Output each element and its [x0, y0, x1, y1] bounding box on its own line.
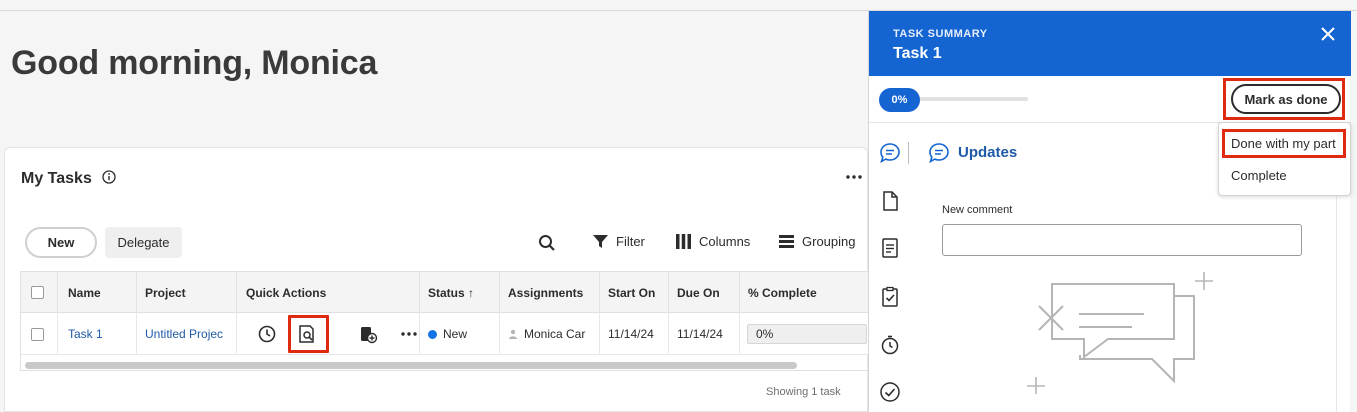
column-header-due-on[interactable]: Due On — [669, 272, 740, 313]
progress-track — [918, 97, 1028, 101]
grouping-button[interactable]: Grouping — [778, 233, 855, 250]
task-name-link[interactable]: Task 1 — [58, 313, 137, 355]
select-all-checkbox[interactable] — [31, 286, 44, 299]
comments-icon[interactable] — [879, 142, 901, 164]
mark-done-menu: Done with my part Complete — [1218, 122, 1351, 196]
tab-separator — [908, 142, 909, 164]
info-icon[interactable] — [102, 170, 116, 184]
new-comment-input[interactable] — [942, 224, 1302, 256]
more-actions-icon[interactable] — [399, 324, 419, 344]
start-on-cell: 11/14/24 — [600, 313, 669, 355]
filter-label: Filter — [616, 234, 645, 249]
assignee-name: Monica Car — [524, 327, 586, 341]
due-on-cell: 11/14/24 — [669, 313, 740, 355]
updates-icon — [929, 143, 949, 164]
approval-icon[interactable] — [879, 381, 901, 403]
menu-item-done-with-my-part[interactable]: Done with my part — [1231, 136, 1336, 151]
percent-complete-value: 0% — [747, 324, 867, 344]
column-header-percent-complete[interactable]: % Complete — [740, 272, 870, 313]
tasks-table: Name Project Quick Actions Status ↑ Assi… — [20, 271, 870, 371]
table-header: Name Project Quick Actions Status ↑ Assi… — [21, 272, 870, 313]
card-title: My Tasks — [21, 170, 92, 187]
new-comment-label: New comment — [942, 204, 1013, 216]
percent-complete-cell: 0% — [740, 313, 870, 355]
panel-header: TASK SUMMARY Task 1 — [869, 11, 1351, 76]
column-header-project[interactable]: Project — [137, 272, 237, 313]
close-icon[interactable] — [1319, 25, 1337, 43]
status-label: New — [443, 327, 468, 341]
user-icon — [509, 329, 517, 339]
column-header-quick-actions[interactable]: Quick Actions — [237, 272, 420, 313]
assignment-cell[interactable]: Monica Car — [500, 313, 600, 355]
filter-icon — [593, 235, 608, 248]
row-select-cell — [21, 313, 58, 355]
row-checkbox[interactable] — [31, 327, 44, 341]
column-header-name[interactable]: Name — [58, 272, 137, 313]
menu-item-complete[interactable]: Complete — [1231, 168, 1287, 183]
search-icon[interactable] — [538, 234, 556, 252]
delegate-button[interactable]: Delegate — [105, 227, 182, 258]
details-icon[interactable] — [879, 237, 901, 259]
task-summary-panel: TASK SUMMARY Task 1 0% Mark as done Upda… — [868, 11, 1351, 412]
project-link[interactable]: Untitled Projec — [137, 313, 237, 355]
columns-icon — [676, 234, 691, 249]
progress-badge[interactable]: 0% — [879, 88, 920, 112]
column-header-start-on[interactable]: Start On — [600, 272, 669, 313]
column-header-assignments[interactable]: Assignments — [500, 272, 600, 313]
my-tasks-card: My Tasks New Delegate Filter Columns Gro… — [4, 147, 870, 412]
new-button[interactable]: New — [25, 227, 97, 258]
checklist-icon[interactable] — [879, 286, 901, 308]
document-icon[interactable] — [879, 190, 901, 212]
quick-actions-cell — [237, 313, 420, 355]
showing-count: Showing 1 task — [766, 386, 841, 398]
grouping-label: Grouping — [802, 234, 856, 249]
columns-button[interactable]: Columns — [675, 233, 750, 250]
status-dot — [428, 329, 437, 339]
updates-tab-label[interactable]: Updates — [958, 144, 1017, 161]
grouping-icon — [779, 235, 794, 248]
view-document-icon[interactable] — [297, 324, 317, 344]
filter-button[interactable]: Filter — [592, 233, 645, 250]
horizontal-scrollbar[interactable] — [25, 362, 797, 369]
clock-icon[interactable] — [257, 324, 277, 344]
timer-icon[interactable] — [879, 334, 901, 356]
panel-subtitle: TASK SUMMARY — [893, 28, 988, 40]
panel-title: Task 1 — [893, 45, 942, 62]
more-options-icon[interactable] — [845, 170, 863, 184]
add-task-icon[interactable] — [358, 324, 378, 344]
greeting-heading: Good morning, Monica — [11, 44, 378, 82]
column-header-status[interactable]: Status ↑ — [420, 272, 500, 313]
columns-label: Columns — [699, 234, 751, 249]
status-cell[interactable]: New — [420, 313, 500, 355]
empty-comments-illustration — [1027, 272, 1213, 394]
mark-as-done-button[interactable]: Mark as done — [1231, 84, 1341, 114]
select-all-cell — [21, 272, 58, 313]
table-row[interactable]: Task 1 Untitled Projec New Monica Car 11… — [21, 313, 870, 355]
